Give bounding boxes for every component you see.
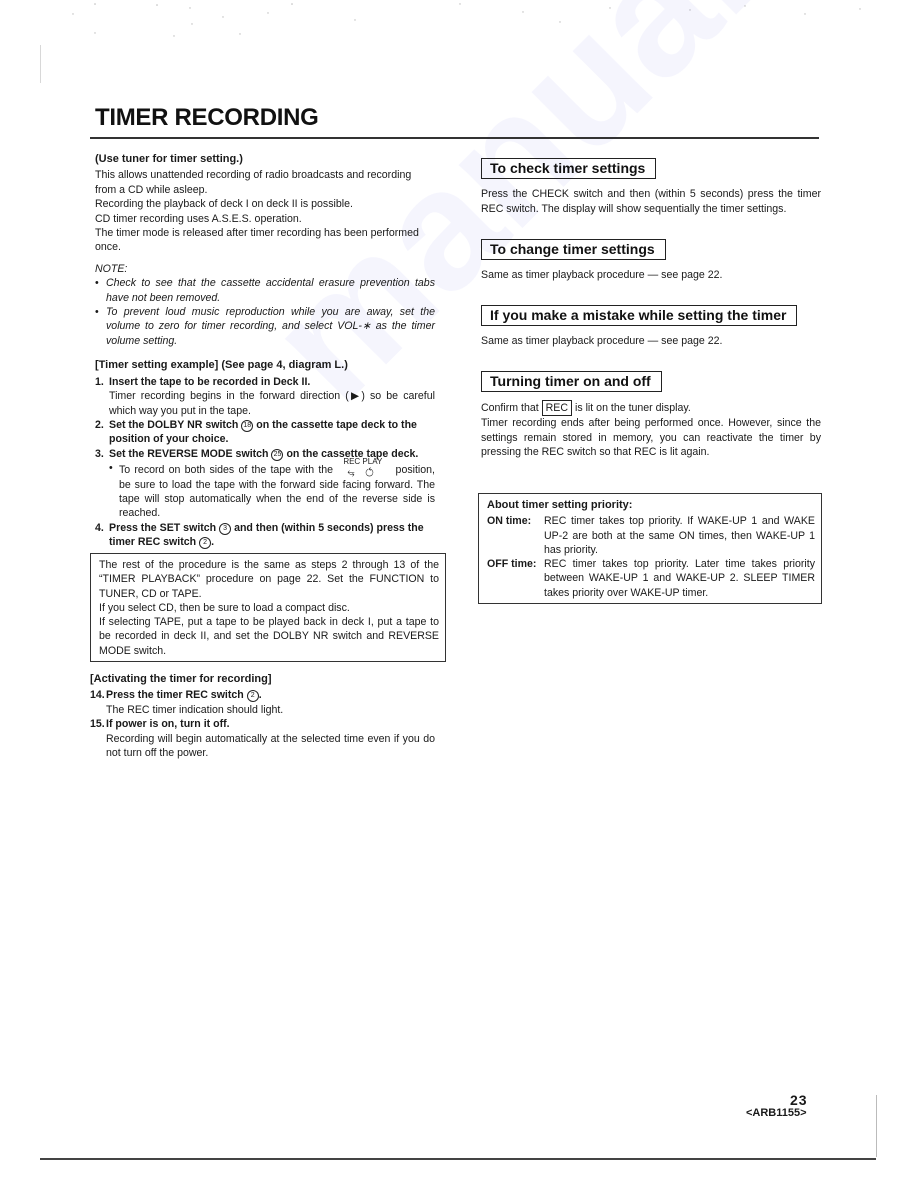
priority-box: About timer setting priority: ON time: R… — [478, 493, 822, 605]
step-heading: Press the SET switch 3 and then (within … — [109, 521, 424, 550]
step-heading: Set the REVERSE MODE switch 25 on the ca… — [109, 447, 435, 461]
step-number: 15. — [90, 718, 105, 731]
note-item: To prevent loud music reproduction while… — [95, 305, 435, 348]
step-number: 14. — [90, 689, 105, 702]
section-heading: To check timer settings — [481, 158, 657, 180]
section-heading: If you make a mistake while setting the … — [481, 305, 798, 327]
step-heading: If power is on, turn it off. — [106, 718, 230, 731]
bullet-text: To record on both sides of the tape with… — [119, 464, 334, 477]
callout-number-icon: 3 — [219, 522, 232, 535]
section-heading: Turning timer on and off — [481, 371, 662, 393]
step-heading-text: Set the DOLBY NR switch — [109, 418, 239, 431]
title-divider — [90, 137, 819, 139]
priority-term: ON time: — [487, 515, 532, 528]
priority-term: OFF time: — [487, 558, 537, 571]
example-heading: [Timer setting example] (See page 4, dia… — [95, 359, 348, 372]
section-on-off: Turning timer on and off Confirm that RE… — [481, 371, 821, 460]
section-check-settings: To check timer settings Press the CHECK … — [481, 158, 821, 216]
step-2: 2. Set the DOLBY NR switch 18 on the cas… — [95, 418, 435, 447]
box-line: If you select CD, then be sure to load a… — [99, 601, 350, 614]
activating-section: [Activating the timer for recording] 14.… — [90, 672, 435, 760]
step-number: 1. — [95, 375, 104, 388]
confirm-text: Confirm that — [481, 402, 539, 415]
step-heading-text: Press the SET switch — [109, 521, 217, 534]
note-list: Check to see that the cassette accidenta… — [95, 276, 435, 348]
scan-artifact-line — [40, 45, 41, 83]
confirm-line: Confirm that REC is lit on the tuner dis… — [481, 400, 821, 417]
intro-line: CD timer recording uses A.S.E.S. operati… — [95, 212, 302, 225]
rec-play-symbol-icon: REC PLAY ⥃ ⥀ — [337, 457, 391, 477]
callout-number-icon: 25 — [271, 448, 284, 461]
priority-definition: REC timer takes top priority. Later time… — [544, 558, 815, 599]
procedure-note-box: The rest of the procedure is the same as… — [90, 553, 446, 663]
step-1: 1. Insert the tape to be recorded in Dec… — [95, 375, 435, 418]
step-bullet: To record on both sides of the tape with… — [109, 457, 435, 521]
activating-heading: [Activating the timer for recording] — [90, 673, 272, 685]
step-number: 4. — [95, 521, 104, 534]
step-heading-text: Set the REVERSE MODE switch — [109, 447, 269, 460]
step-body: Recording will begin automatically at th… — [106, 732, 435, 760]
section-body: Press the CHECK switch and then (within … — [481, 188, 821, 215]
step-body: The REC timer indication should light. — [106, 703, 284, 716]
step-14: 14. Press the timer REC switch 2. The RE… — [90, 688, 435, 717]
scan-specks — [72, 3, 861, 37]
intro-heading: (Use tuner for timer setting.) — [95, 153, 243, 165]
page-number: 23 — [790, 1092, 808, 1108]
intro-line: This allows unattended recording of radi… — [95, 169, 412, 196]
step-number: 3. — [95, 447, 104, 460]
step-heading-text: Press the timer REC switch — [106, 689, 244, 702]
step-3: 3. Set the REVERSE MODE switch 25 on the… — [95, 447, 435, 521]
priority-row: ON time: REC timer takes top priority. I… — [487, 514, 815, 557]
rec-indicator: REC — [541, 400, 573, 417]
footer-divider — [40, 1158, 876, 1160]
step-4: 4. Press the SET switch 3 and then (with… — [95, 521, 435, 550]
step-number: 2. — [95, 418, 104, 431]
step-15: 15. If power is on, turn it off. Recordi… — [90, 717, 435, 760]
intro-line: The timer mode is released after timer r… — [95, 227, 419, 254]
callout-number-icon: 2 — [246, 690, 259, 703]
step-heading: Set the DOLBY NR switch 18 on the casset… — [109, 418, 435, 447]
callout-number-icon: 18 — [241, 419, 254, 432]
step-heading: Insert the tape to be recorded in Deck I… — [109, 375, 311, 388]
section-body: Timer recording ends after being perform… — [481, 417, 821, 459]
scan-edge-line — [876, 1095, 877, 1157]
box-line: If selecting TAPE, put a tape to be play… — [99, 616, 439, 657]
left-column: (Use tuner for timer setting.) This allo… — [95, 152, 435, 550]
step-body: Timer recording begins in the forward di… — [109, 390, 435, 417]
intro-line: Recording the playback of deck I on deck… — [95, 198, 353, 211]
section-body: Same as timer playback procedure — see p… — [481, 269, 723, 282]
priority-row: OFF time: REC timer takes top priority. … — [487, 557, 815, 600]
section-heading: To change timer settings — [481, 239, 666, 261]
confirm-text: is lit on the tuner display. — [574, 402, 691, 415]
section-body: Same as timer playback procedure — see p… — [481, 335, 723, 348]
callout-number-icon: 2 — [199, 537, 212, 550]
note-item: Check to see that the cassette accidenta… — [95, 276, 435, 305]
page-title: TIMER RECORDING — [95, 104, 319, 131]
priority-definition: REC timer takes top priority. If WAKE-UP… — [544, 515, 815, 556]
reverse-mode-glyph: ⥃ ⥀ — [347, 467, 379, 478]
note-label: NOTE: — [95, 262, 128, 275]
step-heading: Press the timer REC switch 2. — [106, 689, 262, 703]
box-line: The rest of the procedure is the same as… — [99, 559, 439, 600]
example-steps: 1. Insert the tape to be recorded in Dec… — [95, 375, 435, 550]
section-mistake: If you make a mistake while setting the … — [481, 305, 821, 349]
section-change-settings: To change timer settings Same as timer p… — [481, 239, 821, 283]
priority-heading: About timer setting priority: — [487, 499, 633, 511]
document-code: <ARB1155> — [746, 1107, 807, 1119]
